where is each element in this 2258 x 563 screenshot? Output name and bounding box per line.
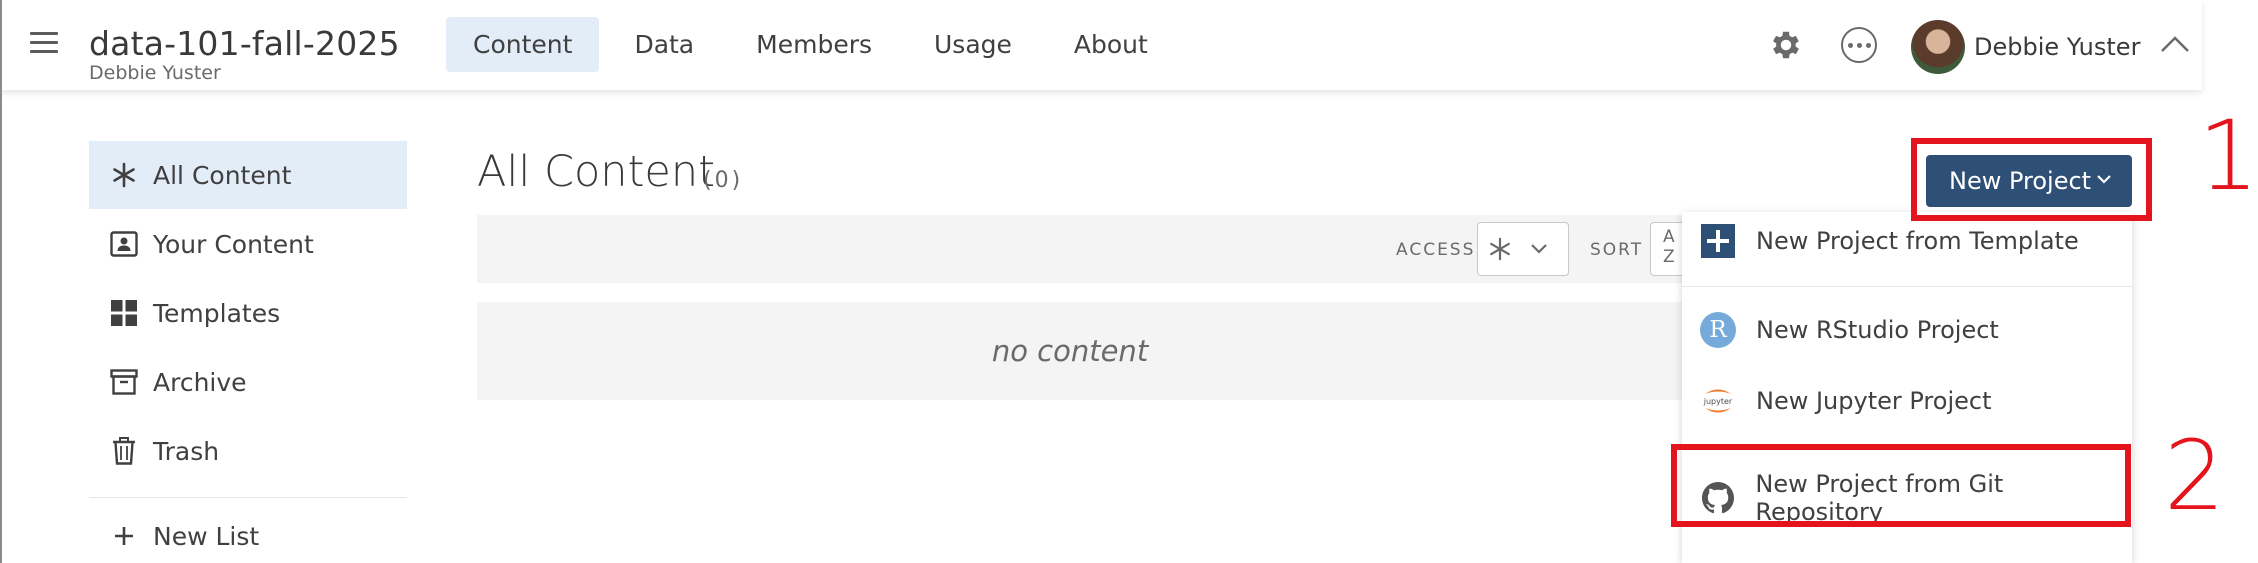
chevron-up-icon[interactable] (2160, 34, 2190, 54)
menu-divider (1682, 286, 2132, 287)
space-owner: Debbie Yuster (89, 62, 221, 84)
hamburger-icon[interactable] (30, 32, 58, 54)
sidebar-item-label: Templates (153, 298, 281, 328)
plus-square-icon (1700, 223, 1736, 259)
grid-icon (109, 298, 139, 328)
menu-item-new-from-template[interactable]: New Project from Template (1700, 223, 2079, 259)
sidebar-item-label: All Content (153, 160, 292, 190)
sidebar-divider (89, 497, 407, 498)
page-title: All Content (477, 147, 715, 197)
menu-item-label: New RStudio Project (1756, 316, 1999, 344)
asterisk-icon (1490, 237, 1510, 261)
sort-filter-label: SORT (1590, 240, 1644, 260)
new-list-button[interactable]: New List (89, 502, 407, 563)
plus-icon (109, 521, 139, 551)
sidebar-item-trash[interactable]: Trash (89, 417, 407, 485)
window-edge (0, 0, 2, 563)
archive-box-icon (109, 367, 139, 397)
tab-data[interactable]: Data (607, 17, 721, 72)
sidebar-item-your-content[interactable]: Your Content (89, 210, 407, 278)
chevron-down-icon (1531, 244, 1547, 254)
menu-item-new-rstudio[interactable]: R New RStudio Project (1700, 312, 1999, 348)
access-filter-select[interactable] (1477, 222, 1569, 276)
space-title: data-101-fall-2025 (89, 24, 400, 63)
annotation-box-1 (1911, 138, 2152, 221)
rstudio-logo-icon: R (1700, 312, 1736, 348)
sidebar-item-label: Your Content (153, 229, 314, 259)
new-list-label: New List (153, 521, 260, 551)
menu-item-new-jupyter[interactable]: jupyter New Jupyter Project (1700, 383, 1992, 419)
asterisk-icon (109, 160, 139, 190)
trash-icon (109, 436, 139, 466)
tab-usage[interactable]: Usage (907, 17, 1039, 72)
sidebar-item-templates[interactable]: Templates (89, 279, 407, 347)
tab-members[interactable]: Members (729, 17, 899, 72)
empty-state-text: no content (991, 334, 1149, 368)
annotation-box-2 (1671, 444, 2131, 527)
access-filter-label: ACCESS (1396, 240, 1476, 260)
content-count: (0) (703, 168, 744, 193)
empty-content-panel: no content (477, 302, 1743, 400)
sidebar: All Content Your Content Templates Archi… (89, 141, 407, 563)
user-badge-icon (109, 229, 139, 259)
menu-item-label: New Jupyter Project (1756, 387, 1992, 415)
sidebar-item-archive[interactable]: Archive (89, 348, 407, 416)
user-name[interactable]: Debbie Yuster (1974, 33, 2140, 61)
jupyter-logo-icon: jupyter (1700, 383, 1736, 419)
menu-item-label: New Project from Template (1756, 227, 2079, 255)
gear-icon[interactable] (1768, 27, 1804, 63)
sidebar-item-all-content[interactable]: All Content (89, 141, 407, 209)
avatar[interactable] (1911, 20, 1965, 74)
annotation-number-2: 2 (2164, 420, 2226, 532)
tab-about[interactable]: About (1047, 17, 1175, 72)
space-nav-tabs: Content Data Members Usage About (446, 17, 1183, 72)
more-options-icon[interactable] (1841, 27, 1877, 63)
top-header: data-101-fall-2025 Debbie Yuster Content… (0, 0, 2202, 90)
tab-content[interactable]: Content (446, 17, 600, 72)
sidebar-item-label: Archive (153, 367, 247, 397)
sidebar-item-label: Trash (153, 436, 220, 466)
svg-text:jupyter: jupyter (1703, 397, 1733, 406)
annotation-number-1: 1 (2198, 100, 2258, 212)
